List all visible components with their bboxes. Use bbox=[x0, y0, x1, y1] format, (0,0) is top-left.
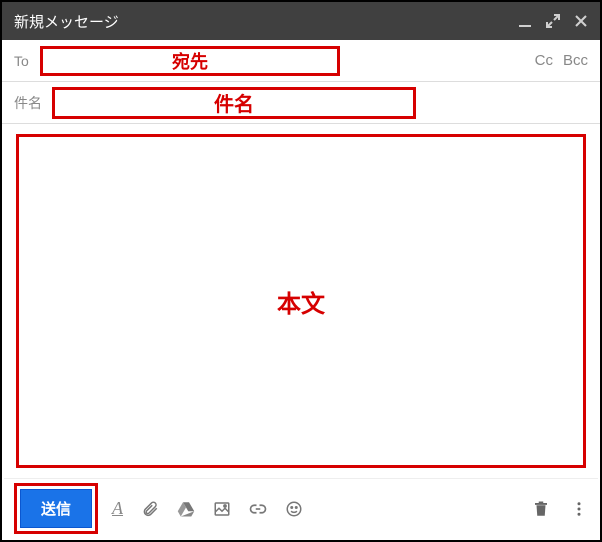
toolbar-right bbox=[532, 500, 588, 518]
annotation-body-box: 本文 bbox=[16, 134, 586, 468]
cc-button[interactable]: Cc bbox=[535, 52, 553, 69]
font-format-icon[interactable]: A bbox=[112, 498, 123, 519]
window-controls bbox=[518, 14, 588, 28]
compose-title: 新規メッセージ bbox=[14, 11, 119, 32]
emoji-icon[interactable] bbox=[285, 500, 303, 518]
subject-label: 件名 bbox=[14, 93, 46, 113]
drive-icon[interactable] bbox=[177, 500, 195, 518]
annotation-subject-box: 件名 bbox=[52, 87, 416, 119]
cc-bcc-controls: Cc Bcc bbox=[535, 52, 588, 69]
annotation-to-box: 宛先 bbox=[40, 46, 340, 76]
send-button[interactable]: 送信 bbox=[20, 489, 92, 528]
annotation-to-text: 宛先 bbox=[172, 48, 208, 74]
subject-row[interactable]: 件名 件名 bbox=[2, 82, 600, 124]
to-row[interactable]: To 宛先 Cc Bcc bbox=[2, 40, 600, 82]
annotation-body-text: 本文 bbox=[277, 284, 325, 319]
expand-icon[interactable] bbox=[546, 14, 560, 28]
attachment-icon[interactable] bbox=[141, 500, 159, 518]
annotation-subject-text: 件名 bbox=[214, 88, 254, 117]
close-icon[interactable] bbox=[574, 14, 588, 28]
insert-link-icon[interactable] bbox=[249, 500, 267, 518]
compose-header: 新規メッセージ bbox=[2, 2, 600, 40]
bcc-button[interactable]: Bcc bbox=[563, 52, 588, 69]
body-area[interactable]: 本文 bbox=[2, 124, 600, 474]
more-options-icon[interactable] bbox=[570, 500, 588, 518]
insert-photo-icon[interactable] bbox=[213, 500, 231, 518]
compose-toolbar: 送信 A bbox=[4, 478, 598, 538]
formatting-icons: A bbox=[112, 498, 303, 519]
to-label: To bbox=[14, 53, 42, 69]
trash-icon[interactable] bbox=[532, 500, 550, 518]
annotation-send-highlight: 送信 bbox=[14, 483, 98, 534]
minimize-icon[interactable] bbox=[518, 14, 532, 28]
